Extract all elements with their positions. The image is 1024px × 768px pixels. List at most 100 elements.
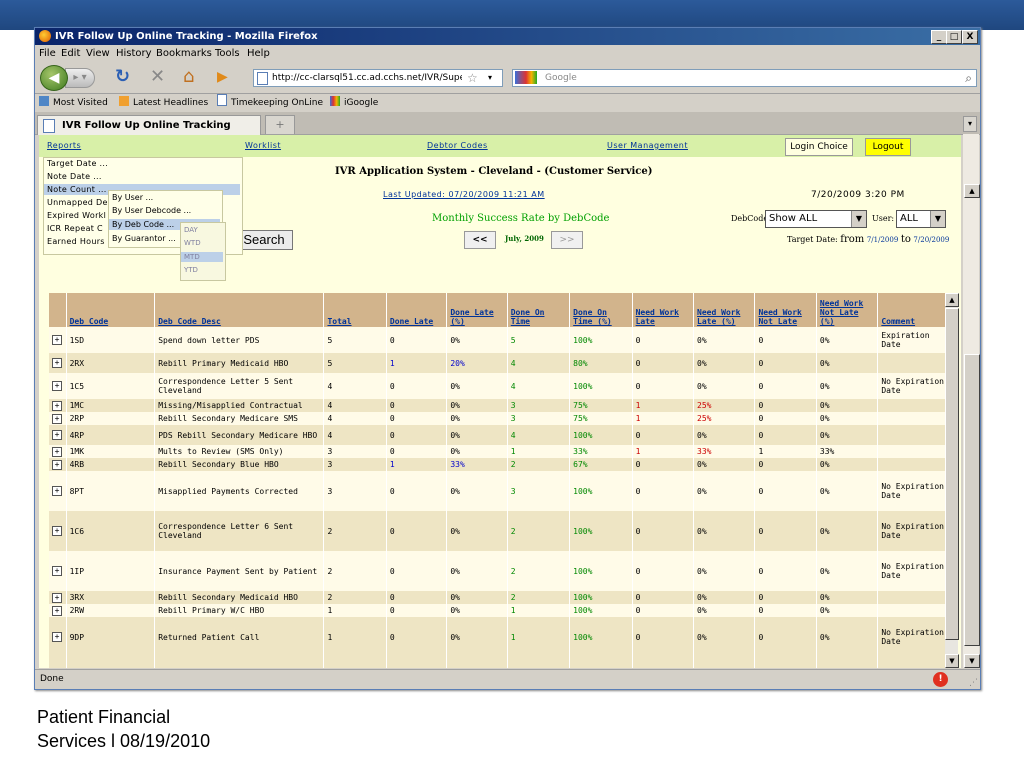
table-scrollbar[interactable]: ▲ ▼ — [945, 293, 959, 668]
col-deb-code-desc[interactable]: Deb Code Desc — [154, 293, 325, 327]
menu-item-note-date[interactable]: Note Date ... — [47, 172, 102, 181]
google-icon[interactable] — [515, 71, 537, 84]
new-tab-button[interactable]: + — [265, 115, 295, 134]
resize-grip-icon[interactable]: ⋰ — [969, 674, 978, 693]
chevron-down-icon[interactable]: ▼ — [851, 211, 866, 227]
forward-button[interactable]: ▸ ▾ — [65, 68, 95, 88]
col-done-on-time-pct[interactable]: Done On Time (%) — [569, 293, 633, 327]
search-button[interactable]: Search — [235, 230, 293, 250]
expand-icon[interactable]: + — [52, 526, 62, 536]
menu-item-by-deb-code[interactable]: By Deb Code ... — [112, 220, 174, 229]
expand-icon[interactable]: + — [52, 400, 62, 411]
col-need-work-not-late[interactable]: Need Work Not Late — [754, 293, 817, 327]
menu-view[interactable]: View — [86, 45, 110, 62]
magnifier-icon[interactable]: ⌕ — [965, 70, 972, 86]
scroll-down-icon[interactable]: ▼ — [964, 654, 980, 668]
menu-item-day[interactable]: DAY — [184, 226, 198, 234]
menu-item-by-user[interactable]: By User ... — [112, 193, 153, 202]
home-icon[interactable]: ⌂ — [183, 68, 194, 86]
menu-file[interactable]: File — [39, 45, 56, 62]
search-bar[interactable]: Google ⌕ — [512, 69, 977, 87]
nav-reports[interactable]: Reports — [47, 135, 81, 157]
bookmark-most-visited[interactable]: Most Visited — [39, 94, 108, 112]
reload-icon[interactable]: ↻ — [115, 68, 130, 86]
close-button[interactable]: X — [962, 30, 978, 44]
stop-icon[interactable]: ✕ — [150, 68, 165, 86]
col-done-on-time[interactable]: Done On Time — [507, 293, 571, 327]
expand-icon[interactable]: + — [52, 446, 62, 457]
prev-month-button[interactable]: << — [464, 231, 496, 249]
target-end-date[interactable]: 7/20/2009 — [913, 236, 949, 244]
menu-item-unmapped[interactable]: Unmapped De — [47, 198, 108, 207]
minimize-button[interactable]: _ — [931, 30, 947, 44]
page-scrollbar[interactable]: ▲ ▼ — [963, 134, 980, 668]
expand-icon[interactable]: + — [52, 413, 62, 424]
bookmark-timekeeping[interactable]: Timekeeping OnLine — [217, 94, 323, 112]
menu-bookmarks[interactable]: Bookmarks — [156, 45, 212, 62]
menu-item-mtd[interactable]: MTD — [184, 253, 200, 261]
expand-icon[interactable]: + — [52, 605, 62, 616]
col-comment[interactable]: Comment — [877, 293, 949, 327]
star-icon[interactable]: ☆ — [467, 70, 478, 86]
next-month-button[interactable]: >> — [551, 231, 583, 249]
menu-item-expired-worklist[interactable]: Expired Workl — [47, 211, 106, 220]
maximize-button[interactable]: □ — [946, 30, 962, 44]
menu-history[interactable]: History — [116, 45, 152, 62]
menu-item-by-user-debcode[interactable]: By User Debcode ... — [112, 206, 191, 215]
col-done-late[interactable]: Done Late — [386, 293, 448, 327]
chevron-down-icon[interactable]: ▾ — [488, 70, 492, 86]
bookmark-igoogle[interactable]: iGoogle — [330, 94, 378, 112]
login-choice-button[interactable]: Login Choice — [785, 138, 853, 156]
expand-icon[interactable]: + — [52, 430, 62, 440]
logout-button[interactable]: Logout — [865, 138, 911, 156]
chevron-down-icon[interactable]: ▼ — [930, 211, 945, 227]
tab-list-button[interactable]: ▾ — [963, 116, 977, 132]
bookmark-latest-headlines[interactable]: Latest Headlines — [119, 94, 208, 112]
expand-icon[interactable]: + — [52, 592, 62, 603]
back-button[interactable]: ◀ — [40, 65, 68, 91]
menu-item-ytd[interactable]: YTD — [184, 266, 198, 274]
menu-item-by-guarantor[interactable]: By Guarantor ... — [112, 234, 176, 243]
url-bar[interactable]: http://cc-clarsql51.cc.ad.cchs.net/IVR/S… — [253, 69, 503, 87]
menu-item-wtd[interactable]: WTD — [184, 239, 201, 247]
expand-icon[interactable]: + — [52, 632, 62, 642]
cell-need-work-late-pct: 0% — [693, 551, 756, 591]
expand-icon[interactable]: + — [52, 486, 62, 496]
scroll-thumb[interactable] — [945, 308, 959, 640]
col-deb-code[interactable]: Deb Code — [66, 293, 156, 327]
rss-icon[interactable]: ▶ — [217, 68, 228, 86]
scroll-up-icon[interactable]: ▲ — [945, 293, 959, 307]
scroll-up-icon[interactable]: ▲ — [964, 184, 980, 198]
alert-icon[interactable]: ! — [933, 672, 948, 687]
target-start-date[interactable]: 7/1/2009 — [867, 236, 898, 244]
nav-debtor-codes[interactable]: Debtor Codes — [427, 135, 488, 157]
user-select[interactable]: ALL ▼ — [896, 210, 946, 228]
expand-icon[interactable]: + — [52, 335, 62, 345]
menu-help[interactable]: Help — [247, 45, 270, 62]
expand-icon[interactable]: + — [52, 358, 62, 368]
col-need-work-late-pct[interactable]: Need Work Late (%) — [693, 293, 756, 327]
nav-worklist[interactable]: Worklist — [245, 135, 281, 157]
col-need-work-not-late-pct[interactable]: Need Work Not Late (%) — [816, 293, 879, 327]
scroll-down-icon[interactable]: ▼ — [945, 654, 959, 668]
expand-icon[interactable]: + — [52, 566, 62, 576]
debcode-select[interactable]: Show ALL ▼ — [765, 210, 867, 228]
scroll-thumb[interactable] — [964, 354, 980, 646]
menu-item-target-date[interactable]: Target Date ... — [47, 159, 108, 168]
cell-need-work-not-late: 0 — [754, 604, 817, 617]
col-total[interactable]: Total — [323, 293, 387, 327]
menu-item-note-count[interactable]: Note Count ... — [47, 185, 107, 194]
last-updated-link[interactable]: Last Updated: 07/20/2009 11:21 AM — [383, 190, 545, 199]
nav-user-management[interactable]: User Management — [607, 135, 688, 157]
cell-total: 3 — [323, 458, 387, 471]
menu-tools[interactable]: Tools — [215, 45, 240, 62]
menu-edit[interactable]: Edit — [61, 45, 80, 62]
search-input[interactable]: Google — [545, 70, 577, 86]
tab-ivr-tracking[interactable]: IVR Follow Up Online Tracking — [37, 115, 261, 135]
col-need-work-late[interactable]: Need Work Late — [632, 293, 695, 327]
expand-icon[interactable]: + — [52, 381, 62, 391]
url-text[interactable]: http://cc-clarsql51.cc.ad.cchs.net/IVR/S… — [272, 70, 462, 86]
expand-icon[interactable]: + — [52, 459, 62, 470]
menu-item-icr-repeat[interactable]: ICR Repeat C — [47, 224, 103, 233]
col-done-late-pct[interactable]: Done Late (%) — [446, 293, 508, 327]
